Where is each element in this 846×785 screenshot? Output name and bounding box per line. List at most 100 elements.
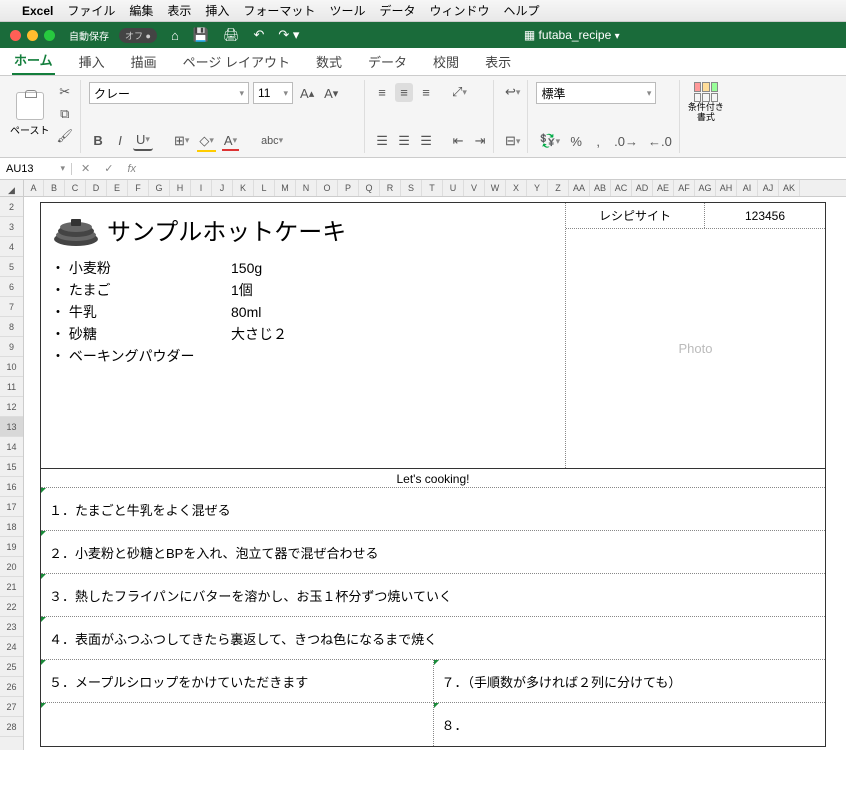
col-header[interactable]: H xyxy=(170,180,191,196)
row-header[interactable]: 9 xyxy=(0,337,23,357)
conditional-format-button[interactable]: 条件付き書式 xyxy=(688,82,724,122)
row-header[interactable]: 6 xyxy=(0,277,23,297)
row-header[interactable]: 8 xyxy=(0,317,23,337)
col-header[interactable]: AJ xyxy=(758,180,779,196)
col-header[interactable]: O xyxy=(317,180,338,196)
col-header[interactable]: AC xyxy=(611,180,632,196)
row-header[interactable]: 3 xyxy=(0,217,23,237)
row-header[interactable]: 4 xyxy=(0,237,23,257)
menu-format[interactable]: フォーマット xyxy=(243,2,315,19)
col-header[interactable]: I xyxy=(191,180,212,196)
undo-icon[interactable]: ↶ xyxy=(254,27,265,43)
row-header[interactable]: 15 xyxy=(0,457,23,477)
tab-review[interactable]: 校閲 xyxy=(431,48,461,75)
col-header[interactable]: M xyxy=(275,180,296,196)
col-header[interactable]: U xyxy=(443,180,464,196)
col-header[interactable]: AH xyxy=(716,180,737,196)
select-all-corner[interactable]: ◢ xyxy=(0,180,23,197)
app-name[interactable]: Excel xyxy=(22,4,53,18)
col-header[interactable]: P xyxy=(338,180,359,196)
align-top-icon[interactable]: ≡ xyxy=(373,83,391,102)
row-header[interactable]: 10 xyxy=(0,357,23,377)
align-right-icon[interactable]: ☰ xyxy=(417,131,435,151)
home-icon[interactable]: ⌂ xyxy=(171,28,179,43)
col-header[interactable]: AD xyxy=(632,180,653,196)
row-header[interactable]: 5 xyxy=(0,257,23,277)
font-size-selector[interactable]: 11▾ xyxy=(253,82,293,104)
col-header[interactable]: V xyxy=(464,180,485,196)
col-header[interactable]: C xyxy=(65,180,86,196)
col-header[interactable]: AB xyxy=(590,180,611,196)
col-header[interactable]: L xyxy=(254,180,275,196)
col-header[interactable]: Q xyxy=(359,180,380,196)
row-headers[interactable]: ◢ 23456789101112131415161718192021222324… xyxy=(0,180,24,750)
col-header[interactable]: W xyxy=(485,180,506,196)
row-header[interactable]: 14 xyxy=(0,437,23,457)
italic-button[interactable]: I xyxy=(111,131,129,150)
row-header[interactable]: 17 xyxy=(0,497,23,517)
row-header[interactable]: 7 xyxy=(0,297,23,317)
fx-icon[interactable]: fx xyxy=(124,163,139,175)
menu-view[interactable]: 表示 xyxy=(167,2,191,19)
col-header[interactable]: N xyxy=(296,180,317,196)
minimize-button[interactable] xyxy=(27,30,38,41)
col-header[interactable]: E xyxy=(107,180,128,196)
align-left-icon[interactable]: ☰ xyxy=(373,131,391,151)
name-box[interactable]: AU13▾ xyxy=(0,163,72,175)
underline-button[interactable]: U ▾ xyxy=(133,130,153,151)
col-header[interactable]: AG xyxy=(695,180,716,196)
col-header[interactable]: X xyxy=(506,180,527,196)
col-header[interactable]: B xyxy=(44,180,65,196)
increase-font-icon[interactable]: A▴ xyxy=(297,84,317,103)
menu-edit[interactable]: 編集 xyxy=(129,2,153,19)
cut-icon[interactable]: ✂ xyxy=(54,82,77,102)
percent-icon[interactable]: % xyxy=(567,132,585,151)
macos-menubar[interactable]: Excel ファイル 編集 表示 挿入 フォーマット ツール データ ウィンドウ… xyxy=(0,0,846,22)
tab-formulas[interactable]: 数式 xyxy=(314,48,344,75)
redo-icon[interactable]: ↷ ▾ xyxy=(278,27,299,43)
tab-data[interactable]: データ xyxy=(366,48,409,75)
border-button[interactable]: ⊞ ▾ xyxy=(171,131,192,151)
menu-data[interactable]: データ xyxy=(379,2,415,19)
col-header[interactable]: R xyxy=(380,180,401,196)
grid-area[interactable]: ABCDEFGHIJKLMNOPQRSTUVWXYZAAABACADAEAFAG… xyxy=(24,180,846,750)
row-header[interactable]: 13 xyxy=(0,417,23,437)
align-center-icon[interactable]: ☰ xyxy=(395,131,413,151)
wrap-text-icon[interactable]: ↩ ▾ xyxy=(502,82,523,102)
close-button[interactable] xyxy=(10,30,21,41)
col-header[interactable]: J xyxy=(212,180,233,196)
row-header[interactable]: 25 xyxy=(0,657,23,677)
col-header[interactable]: AE xyxy=(653,180,674,196)
row-header[interactable]: 18 xyxy=(0,517,23,537)
row-header[interactable]: 27 xyxy=(0,697,23,717)
row-header[interactable]: 20 xyxy=(0,557,23,577)
number-format-selector[interactable]: 標準▾ xyxy=(536,82,656,104)
col-header[interactable]: Y xyxy=(527,180,548,196)
orientation-icon[interactable]: ⤢ ▾ xyxy=(449,82,470,102)
col-header[interactable]: G xyxy=(149,180,170,196)
font-color-button[interactable]: A ▾ xyxy=(221,131,240,150)
row-header[interactable]: 19 xyxy=(0,537,23,557)
menu-window[interactable]: ウィンドウ xyxy=(429,2,489,19)
copy-icon[interactable]: ⧉ xyxy=(54,104,77,124)
autosave-toggle[interactable]: オフ ● xyxy=(119,28,157,43)
print-icon[interactable]: 🖨 xyxy=(223,27,240,43)
row-header[interactable]: 26 xyxy=(0,677,23,697)
col-header[interactable]: AI xyxy=(737,180,758,196)
col-header[interactable]: T xyxy=(422,180,443,196)
row-header[interactable]: 21 xyxy=(0,577,23,597)
chevron-down-icon[interactable]: ▾ xyxy=(615,31,620,42)
merge-cells-icon[interactable]: ⊟ ▾ xyxy=(502,131,523,151)
decrease-font-icon[interactable]: A▾ xyxy=(321,84,341,103)
paste-button[interactable]: ペースト xyxy=(10,92,50,137)
col-header[interactable]: A xyxy=(24,180,44,196)
menu-tools[interactable]: ツール xyxy=(329,2,365,19)
align-middle-icon[interactable]: ≡ xyxy=(395,83,413,102)
confirm-formula-icon[interactable]: ✓ xyxy=(101,162,116,175)
indent-decrease-icon[interactable]: ⇤ xyxy=(449,131,467,151)
format-painter-icon[interactable]: 🖌 xyxy=(54,126,77,146)
fill-color-button[interactable]: ◇ ▾ xyxy=(196,131,217,151)
maximize-button[interactable] xyxy=(44,30,55,41)
row-header[interactable]: 12 xyxy=(0,397,23,417)
row-header[interactable]: 23 xyxy=(0,617,23,637)
